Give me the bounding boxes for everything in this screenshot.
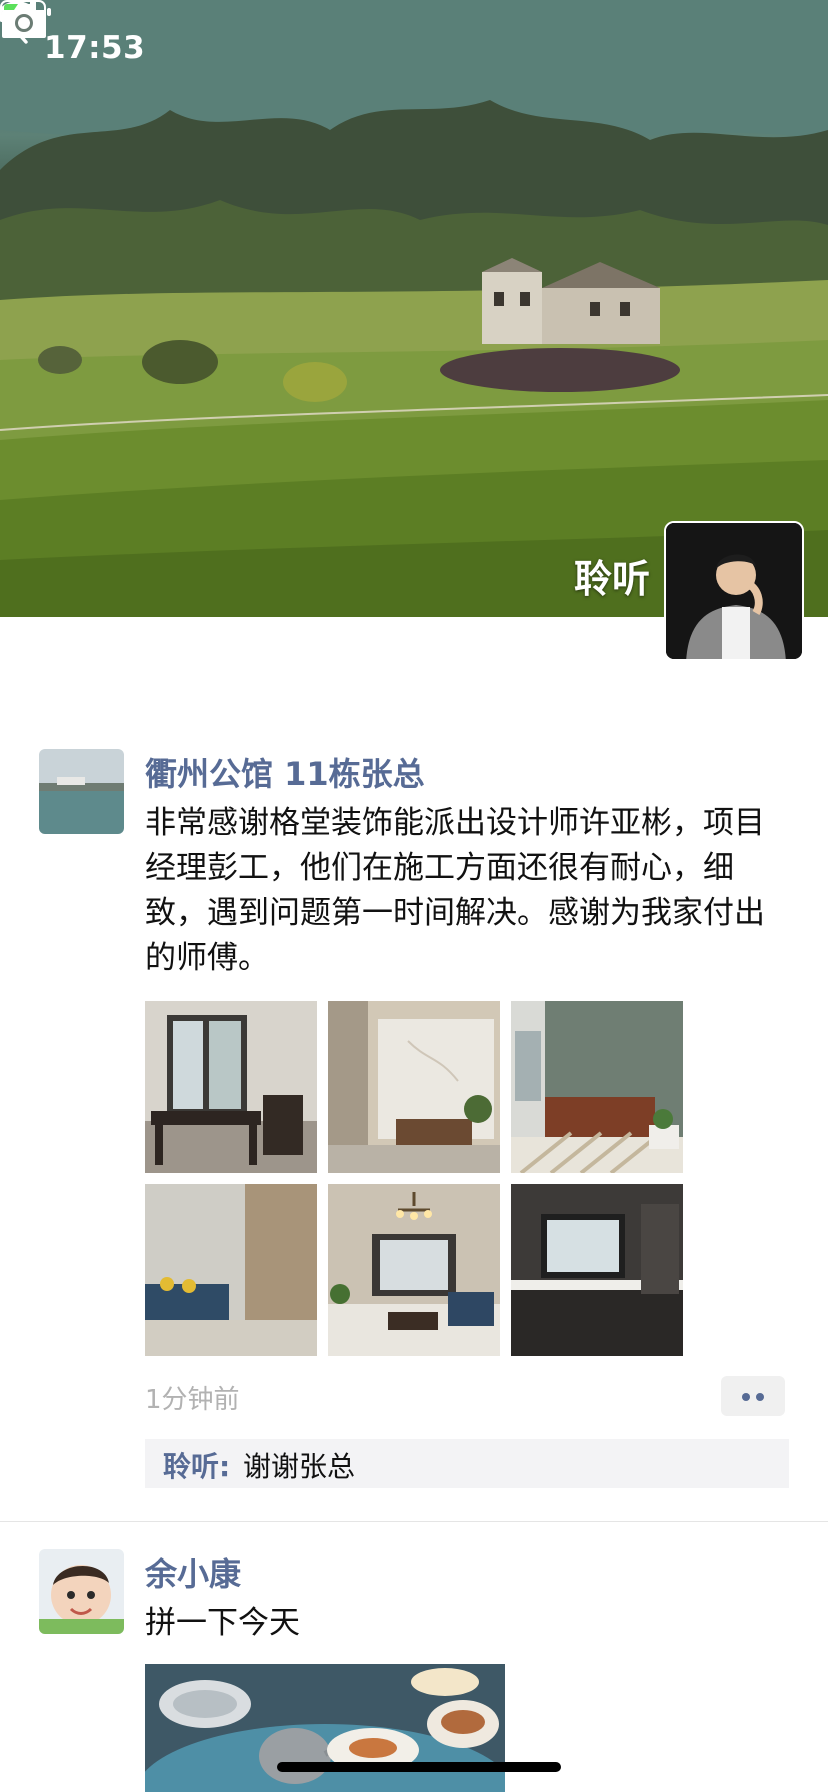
kitchen-photo (511, 1184, 683, 1356)
photo-thumbnail[interactable] (328, 1184, 500, 1356)
photo-thumbnail[interactable] (511, 1184, 683, 1356)
photo-thumbnail[interactable] (145, 1664, 505, 1792)
profile-avatar[interactable] (664, 521, 804, 661)
dinner-table-photo (145, 1664, 505, 1792)
photo-thumbnail[interactable] (511, 1001, 683, 1173)
lake-avatar-image (39, 749, 124, 834)
bedroom-photo (511, 1001, 683, 1173)
post-author-avatar[interactable] (39, 1549, 124, 1634)
child-avatar-image (39, 1549, 124, 1634)
dot-icon (742, 1393, 750, 1401)
comment-separator: : (219, 1450, 231, 1483)
photo-thumbnail[interactable] (145, 1001, 317, 1173)
more-actions-button[interactable] (721, 1376, 785, 1416)
post-text: 拼一下今天 (145, 1605, 300, 1641)
dot-icon (756, 1393, 764, 1401)
photo-grid (145, 1001, 685, 1356)
comment-author[interactable]: 聆听: (163, 1445, 230, 1485)
sofa-photo (145, 1184, 317, 1356)
post-author-name[interactable]: 余小康 (145, 1549, 241, 1595)
camera-icon[interactable] (0, 0, 48, 40)
post-timestamp: 1分钟前 (145, 1385, 240, 1415)
profile-name[interactable]: 聆听 (560, 548, 650, 603)
home-indicator[interactable] (277, 1762, 561, 1772)
comment-area: 聆听: 谢谢张总 (145, 1439, 789, 1488)
avatar-portrait (666, 523, 802, 659)
marble-wall-photo (328, 1001, 500, 1173)
post-divider (0, 1521, 828, 1522)
post-author-avatar[interactable] (39, 749, 124, 834)
status-time: 17:53 (44, 30, 146, 66)
comment-author-name[interactable]: 聆听 (163, 1450, 219, 1483)
dining-room-photo (145, 1001, 317, 1173)
photo-thumbnail[interactable] (328, 1001, 500, 1173)
post-author-name[interactable]: 衢州公馆 11栋张总 (145, 749, 425, 795)
comment-text[interactable]: 谢谢张总 (243, 1445, 355, 1485)
post-text: 非常感谢格堂装饰能派出设计师许亚彬，项目经理彭工，他们在施工方面还很有耐心，细致… (145, 805, 765, 976)
living-room-photo (328, 1184, 500, 1356)
photo-thumbnail[interactable] (145, 1184, 317, 1356)
status-bar: 17:53 (0, 0, 828, 100)
